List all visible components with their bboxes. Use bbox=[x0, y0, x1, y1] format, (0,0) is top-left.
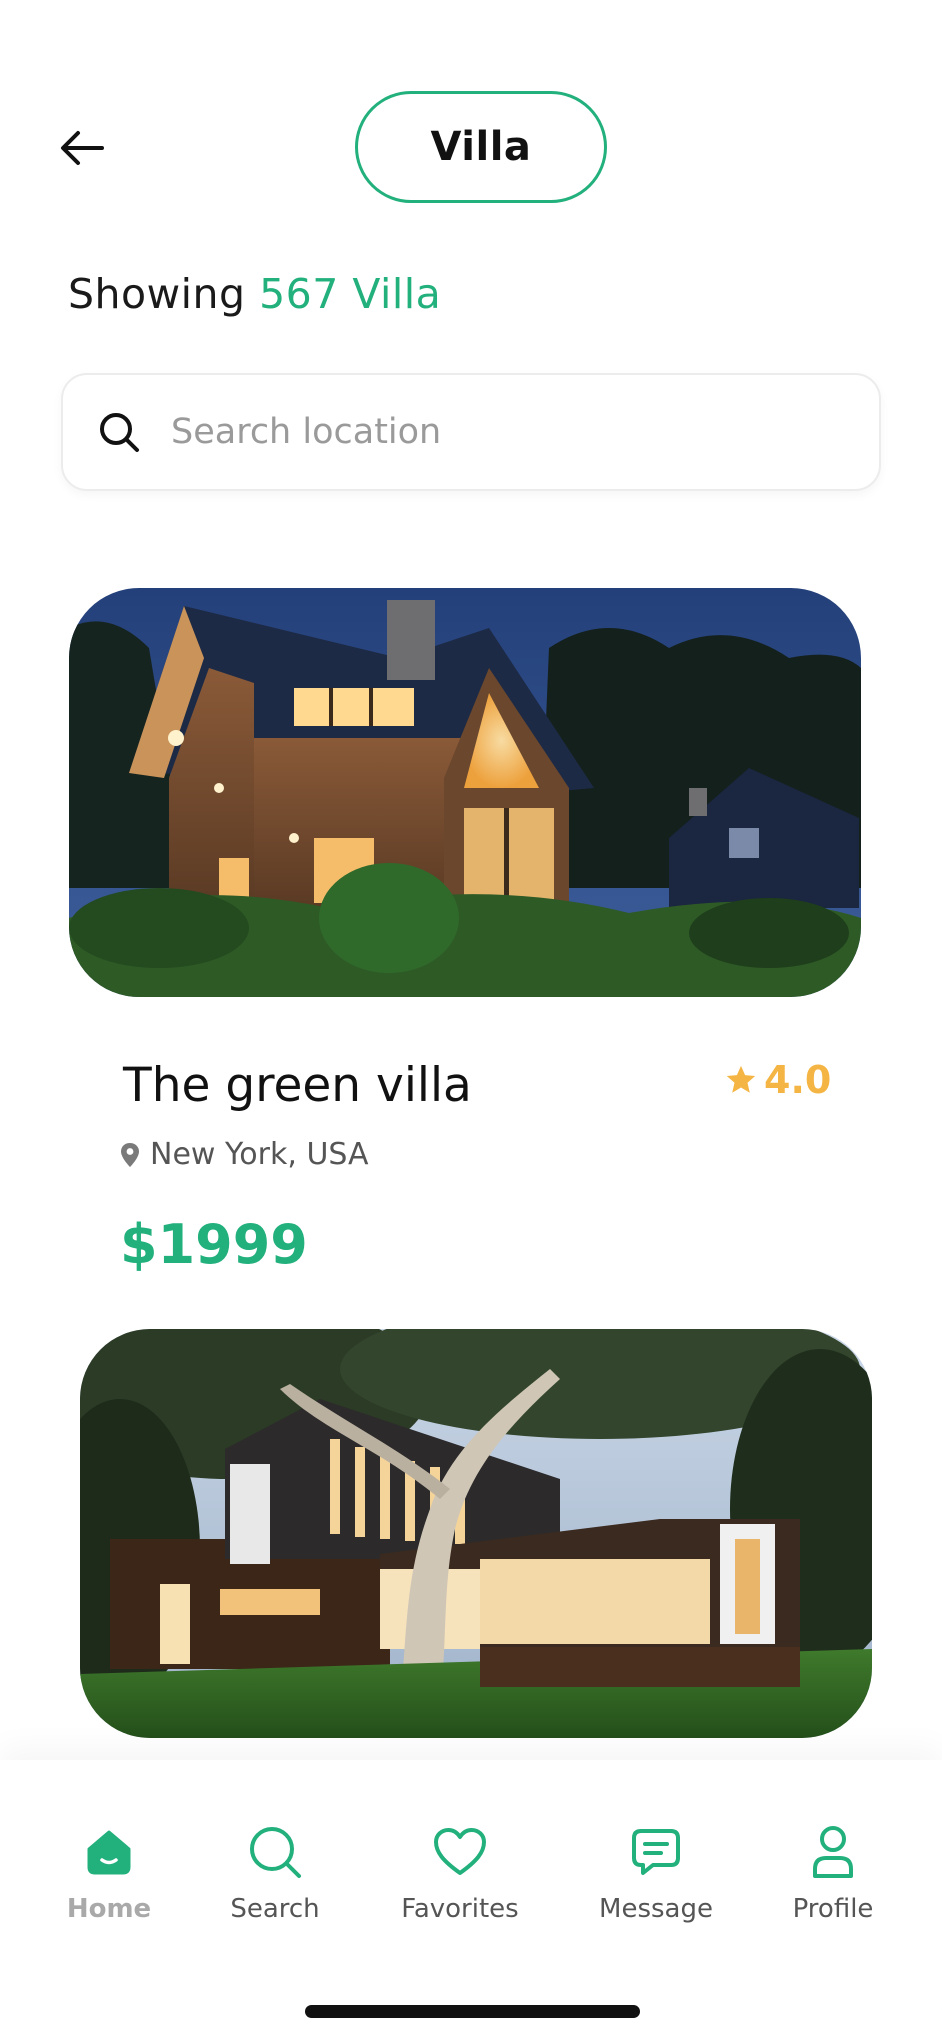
listing-title[interactable]: The green villa bbox=[123, 1058, 472, 1113]
nav-favorites[interactable]: Favorites bbox=[398, 1822, 522, 1924]
star-icon bbox=[726, 1065, 756, 1093]
search-input[interactable] bbox=[171, 412, 811, 452]
nav-profile[interactable]: Profile bbox=[790, 1822, 876, 1924]
location-pin-icon bbox=[121, 1142, 139, 1167]
search-icon bbox=[245, 1822, 305, 1882]
home-icon bbox=[79, 1822, 139, 1882]
modern-villa-photo-illustration bbox=[80, 1329, 872, 1738]
listing-rating: 4.0 bbox=[724, 1058, 831, 1102]
search-icon bbox=[97, 410, 141, 454]
results-prefix: Showing bbox=[68, 270, 246, 318]
nav-home[interactable]: Home bbox=[66, 1822, 152, 1924]
nav-message[interactable]: Message bbox=[596, 1822, 716, 1924]
page-title: Villa bbox=[430, 124, 532, 170]
nav-home-label: Home bbox=[66, 1894, 152, 1924]
nav-favorites-label: Favorites bbox=[401, 1894, 519, 1924]
villa-listing-screen: Villa Showing 567 Villa Search location … bbox=[0, 0, 942, 2041]
listing-location: New York, USA bbox=[120, 1137, 369, 1172]
results-count-value: 567 Villa bbox=[259, 270, 442, 318]
nav-profile-label: Profile bbox=[792, 1894, 874, 1924]
villa-photo-illustration bbox=[69, 588, 861, 997]
user-icon bbox=[803, 1822, 863, 1882]
search-bar[interactable] bbox=[61, 373, 881, 491]
rating-value: 4.0 bbox=[764, 1058, 832, 1102]
villa-photo[interactable] bbox=[69, 588, 861, 997]
heart-icon bbox=[430, 1822, 490, 1882]
nav-message-label: Message bbox=[599, 1894, 713, 1924]
location-text: New York, USA bbox=[150, 1137, 369, 1172]
bottom-navigation: Home Search Favorites Message Profile bbox=[0, 1760, 942, 2041]
back-button[interactable] bbox=[52, 118, 112, 178]
home-indicator[interactable] bbox=[305, 2005, 640, 2018]
villa-photo[interactable] bbox=[80, 1329, 872, 1738]
nav-search-label: Search bbox=[230, 1894, 320, 1924]
listing-price: $1999 bbox=[120, 1213, 308, 1276]
category-title-pill[interactable]: Villa bbox=[355, 91, 607, 203]
message-icon bbox=[626, 1822, 686, 1882]
results-count: Showing 567 Villa bbox=[68, 270, 441, 318]
arrow-left-icon bbox=[61, 131, 104, 165]
nav-search[interactable]: Search bbox=[222, 1822, 328, 1924]
